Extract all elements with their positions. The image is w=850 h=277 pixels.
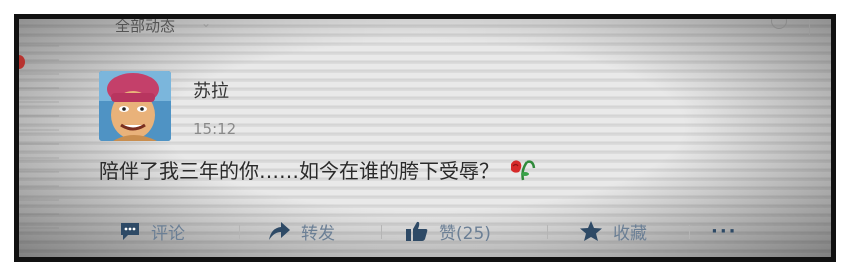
action-separator xyxy=(381,225,382,239)
avatar[interactable] xyxy=(99,71,171,141)
comment-button[interactable]: 评论 xyxy=(119,217,185,245)
avatar-portrait xyxy=(99,71,171,141)
action-separator xyxy=(547,225,548,239)
post-text: 陪伴了我三年的你……如今在谁的胯下受辱？ xyxy=(99,159,499,183)
favorite-button[interactable]: 收藏 xyxy=(579,217,647,245)
action-separator xyxy=(239,225,240,239)
wilted-rose-emoji-icon xyxy=(507,156,537,187)
screenshot-frame: 全部动态 ⌄ 苏拉 15:12 陪伴了我三年的你……如今在谁的胯下受辱？ 评论 … xyxy=(14,14,836,262)
forward-arrow-icon xyxy=(267,220,291,242)
post-timestamp: 15:12 xyxy=(193,120,237,138)
forward-label: 转发 xyxy=(301,223,335,244)
favorite-label: 收藏 xyxy=(613,223,647,244)
forward-button[interactable]: 转发 xyxy=(267,217,335,245)
post-content: 陪伴了我三年的你……如今在谁的胯下受辱？ xyxy=(99,155,537,187)
thumbs-up-icon xyxy=(405,220,429,242)
like-button[interactable]: 赞(25) xyxy=(405,217,491,245)
comment-label: 评论 xyxy=(151,223,185,244)
action-separator xyxy=(689,225,690,239)
post-action-bar: 评论 转发 赞(25) 收藏 ··· xyxy=(99,217,799,245)
post-username[interactable]: 苏拉 xyxy=(193,77,229,103)
feed-filter-bar: 全部动态 ⌄ xyxy=(19,19,831,41)
left-edge-lines xyxy=(19,33,59,233)
comment-icon xyxy=(119,220,141,242)
chevron-down-icon[interactable]: ⌄ xyxy=(201,19,211,30)
refresh-icon[interactable] xyxy=(771,19,787,29)
star-icon xyxy=(579,220,603,242)
top-divider xyxy=(809,19,810,35)
feed-filter-title[interactable]: 全部动态 xyxy=(115,19,175,36)
like-count-label: 赞(25) xyxy=(439,223,491,244)
more-options-button[interactable]: ··· xyxy=(711,217,738,245)
